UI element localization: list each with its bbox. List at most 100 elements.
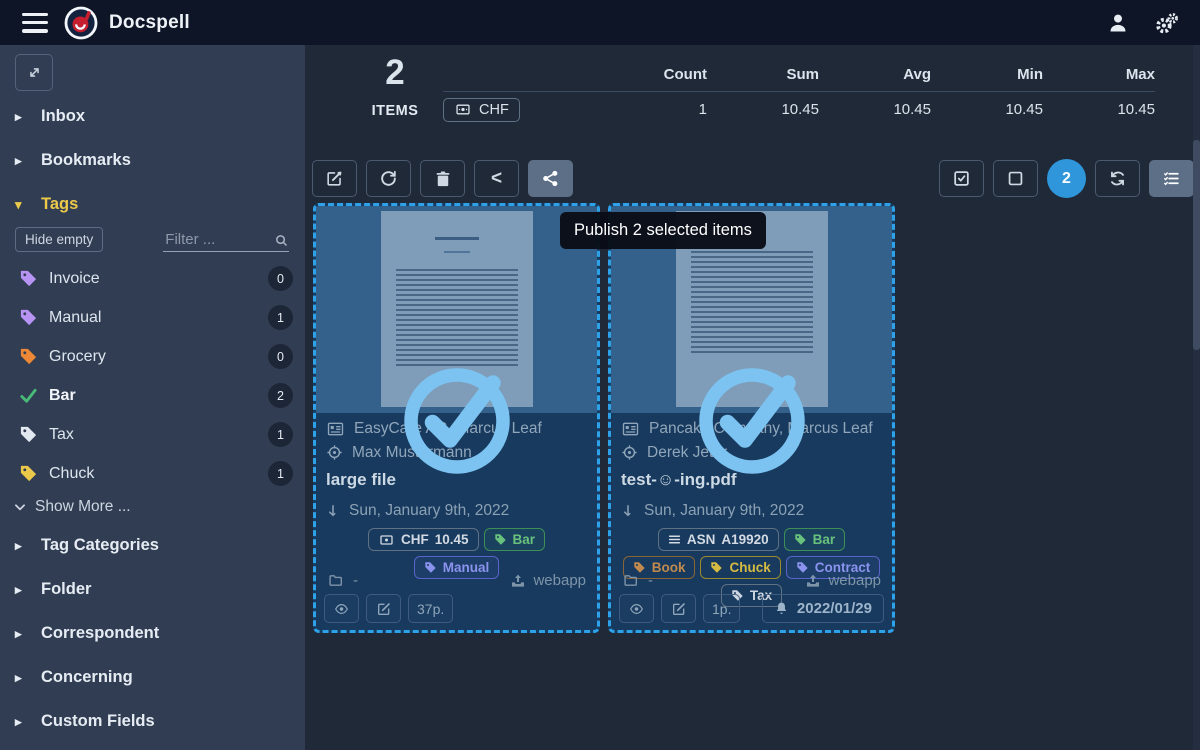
reload-button[interactable] [366,160,411,197]
bell-icon [774,601,789,616]
edit-button[interactable] [312,160,357,197]
user-icon[interactable] [1106,11,1130,35]
page-count-badge: 37p. [408,594,453,623]
banknote-icon [454,103,472,116]
arrow-down-icon [326,503,340,519]
docspell-logo [64,6,98,40]
folder-icon [622,573,640,588]
tag-item-manual[interactable]: Manual 1 [0,299,305,336]
less-than-icon: < [491,169,502,188]
asn-badge: ASNA19920 [658,528,779,551]
list-icon [668,533,681,546]
tag-item-invoice[interactable]: Invoice 0 [0,260,305,297]
person-crosshair-icon [621,444,638,461]
folder-value: - [353,572,358,589]
tag-item-bar[interactable]: Bar 2 [0,377,305,414]
deselect-button[interactable] [993,160,1038,197]
sidebar-item-inbox[interactable]: ▸ Inbox [0,98,305,135]
menu-icon[interactable] [22,13,48,33]
sidebar: ▸ Inbox ▸ Bookmarks ▾ Tags Hide empty In… [0,45,305,750]
chevron-right-icon: ▸ [15,670,27,686]
item-title: test-☺-ing.pdf [621,470,882,494]
val-max: 10.45 [1043,101,1155,118]
tag-icon [19,464,38,483]
tag-icon [794,533,807,546]
app-title: Docspell [109,12,190,34]
eye-icon [628,602,645,616]
sidebar-item-folder[interactable]: ▸ Folder [0,571,305,608]
delete-button[interactable] [420,160,465,197]
list-view-button[interactable] [1149,160,1194,197]
merge-button[interactable]: < [474,160,519,197]
amount-badge: CHF10.45 [368,528,479,551]
collapse-sidebar-button[interactable] [15,54,53,91]
due-date-badge: 2022/01/29 [762,594,884,623]
tag-count-badge: 1 [268,461,293,486]
tag-item-tax[interactable]: Tax 1 [0,416,305,453]
edit-item-button[interactable] [661,594,696,623]
folder-value: - [648,572,653,589]
sidebar-item-tag-categories[interactable]: ▸ Tag Categories [0,527,305,564]
upload-icon [510,573,526,589]
arrow-down-icon [621,503,635,519]
selection-count-badge[interactable]: 2 [1047,159,1086,198]
scrollbar[interactable] [1193,45,1200,750]
tag-icon [19,347,38,366]
address-card-icon [621,421,640,437]
settings-icon[interactable] [1154,11,1178,35]
tag-icon [19,269,38,288]
address-card-icon [326,421,345,437]
correspondent-row: EasyCare AG, Marcus Leaf [326,417,587,440]
item-card-large-file[interactable]: EasyCare AG, Marcus Leaf Max Mustermann … [313,203,600,633]
preview-button[interactable] [619,594,654,623]
page-count-badge: 1p. [703,594,740,623]
folder-source-row: - webapp [327,572,586,589]
sidebar-item-correspondent[interactable]: ▸ Correspondent [0,615,305,652]
val-avg: 10.45 [819,101,931,118]
tag-filter-input[interactable] [163,228,289,252]
preview-button[interactable] [324,594,359,623]
edit-item-button[interactable] [366,594,401,623]
chevron-right-icon: ▸ [15,538,27,554]
tag-icon [19,308,38,327]
item-date-row: Sun, January 9th, 2022 [621,500,882,522]
sidebar-item-tags[interactable]: ▾ Tags [0,186,305,223]
folder-icon [327,573,345,588]
concerning-row: Max Mustermann [326,441,587,464]
concerning-row: Derek Jeter [621,441,882,464]
tag-item-chuck[interactable]: Chuck 1 [0,455,305,492]
items-label: ITEMS [360,103,430,119]
tag-badge-bar[interactable]: Bar [784,528,846,551]
correspondent-row: Pancake Company, Marcus Leaf [621,417,882,440]
item-title: large file [326,470,587,494]
stats-row-chf: CHF 1 10.45 10.45 10.45 10.45 [443,92,1155,127]
tag-count-badge: 0 [268,266,293,291]
item-card-test-ing[interactable]: Pancake Company, Marcus Leaf Derek Jeter… [608,203,895,633]
col-min: Min [931,66,1043,83]
select-all-button[interactable] [939,160,984,197]
tag-item-grocery[interactable]: Grocery 0 [0,338,305,375]
tag-count-badge: 1 [268,422,293,447]
sidebar-item-concerning[interactable]: ▸ Concerning [0,659,305,696]
val-sum: 10.45 [707,101,819,118]
tag-count-badge: 2 [268,383,293,408]
chevron-right-icon: ▸ [15,109,27,125]
sidebar-item-custom-fields[interactable]: ▸ Custom Fields [0,703,305,740]
val-min: 10.45 [931,101,1043,118]
toolbar: < 2 [312,159,1194,198]
publish-tooltip: Publish 2 selected items [560,212,766,249]
scrollbar-thumb[interactable] [1193,140,1200,350]
currency-badge[interactable]: CHF [443,98,520,122]
refresh-button[interactable] [1095,160,1140,197]
main-content: 2 ITEMS Count Sum Avg Min Max CHF 1 10.4… [305,45,1200,750]
person-crosshair-icon [326,444,343,461]
document-preview [316,206,597,413]
col-avg: Avg [819,66,931,83]
folder-source-row: - webapp [622,572,881,589]
tag-badge-bar[interactable]: Bar [484,528,546,551]
show-more-link[interactable]: Show More ... [0,492,305,520]
source-value: webapp [828,572,881,589]
share-button[interactable] [528,160,573,197]
sidebar-item-bookmarks[interactable]: ▸ Bookmarks [0,142,305,179]
hide-empty-button[interactable]: Hide empty [15,227,103,252]
